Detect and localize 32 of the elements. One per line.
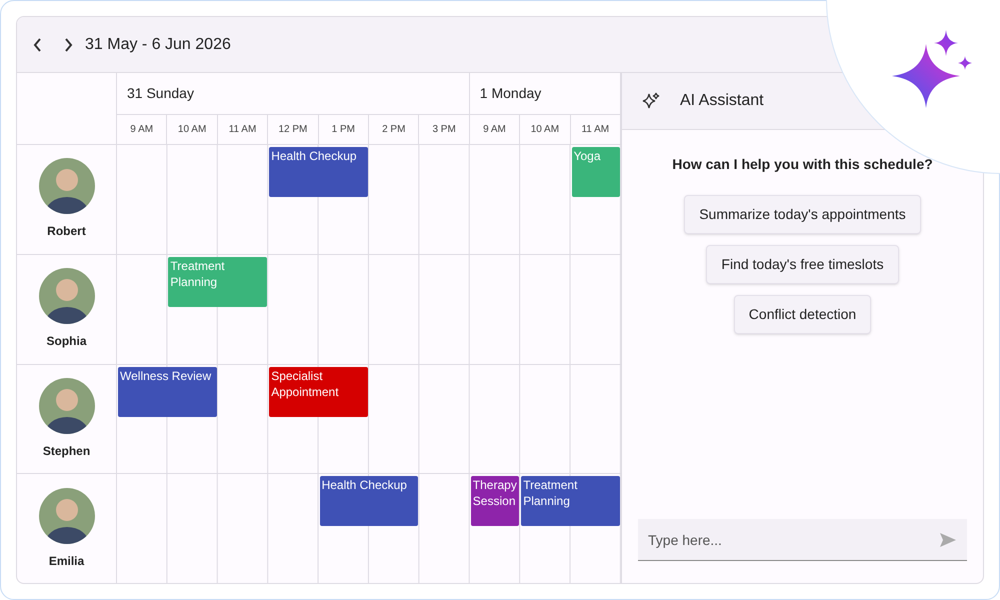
message-field[interactable]: Type here... (638, 519, 967, 561)
previous-icon[interactable] (33, 38, 43, 52)
sparkle-icon (642, 92, 660, 110)
appointment[interactable]: Health Checkup (269, 147, 368, 197)
resource-name: Emilia (48, 552, 84, 570)
day-header[interactable]: 1 Monday (470, 73, 620, 115)
time-slot-label: 2 PM (369, 115, 420, 144)
time-slot-label: 11 AM (218, 115, 268, 144)
appointment[interactable]: Health Checkup (320, 476, 418, 526)
appointment[interactable]: Treatment Planning (521, 476, 620, 526)
resource-name: Stephen (42, 442, 90, 460)
time-slot-label: 12 PM (268, 115, 319, 144)
panel-title: AI Assistant (680, 91, 764, 111)
time-slot-label: 9 AM (470, 115, 520, 144)
suggestion-button[interactable]: Find today's free timeslots (706, 245, 899, 284)
suggestion-button[interactable]: Summarize today's appointments (684, 195, 921, 234)
time-slot-label: 10 AM (167, 115, 218, 144)
time-slot-label: 1 PM (318, 115, 370, 144)
time-slot-label: 3 PM (431, 123, 457, 137)
resource-name: Sophia (46, 333, 86, 350)
time-slot-label: 9 AM (117, 115, 168, 144)
assistant-prompt: How can I help you with this schedule? (672, 155, 933, 174)
appointment[interactable]: Specialist Appointment (269, 366, 368, 416)
time-slot-label: 11 AM (580, 123, 610, 137)
time-slot-label: 10 AM (520, 115, 571, 144)
appointment[interactable]: Therapy Session (470, 476, 520, 526)
resource-name: Robert (47, 223, 86, 240)
day-header[interactable]: 31 Sunday (117, 73, 469, 115)
suggestion-button[interactable]: Conflict detection (734, 295, 872, 334)
appointment[interactable]: Wellness Review (118, 366, 217, 416)
next-icon[interactable] (63, 38, 73, 52)
date-range[interactable]: 31 May - 6 Jun 2026 (85, 32, 231, 56)
